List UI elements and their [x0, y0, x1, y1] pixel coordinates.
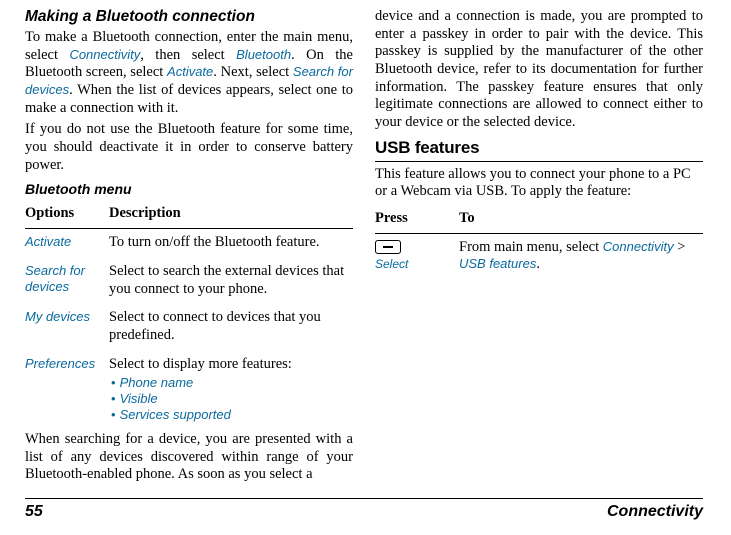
bullet-icon: • [109, 375, 120, 390]
option-search-for-devices: Search for devices [25, 263, 109, 295]
list-item: •Services supported [109, 407, 353, 423]
table-row: Search for devices Select to search the … [25, 258, 353, 304]
bullet-icon: • [109, 391, 120, 406]
option-activate: Activate [25, 234, 109, 250]
page-footer: 55 Connectivity [25, 498, 703, 521]
col-header-description: Description [109, 205, 353, 223]
option-description: Select to display more features: •Phone … [109, 356, 353, 423]
option-description: To turn on/off the Bluetooth feature. [109, 234, 353, 252]
option-description: Select to search the external devices th… [109, 263, 353, 298]
text: , then select [140, 47, 236, 63]
option-preferences: Preferences [25, 356, 109, 372]
table-row: Activate To turn on/off the Bluetooth fe… [25, 229, 353, 258]
paragraph: When searching for a device, you are pre… [25, 431, 353, 484]
text: . Next, select [213, 64, 293, 80]
paragraph: To make a Bluetooth connection, enter th… [25, 29, 353, 117]
table-row: Select From main menu, select Connectivi… [375, 234, 703, 279]
section-heading-usb: USB features [375, 138, 703, 162]
page-content: Making a Bluetooth connection To make a … [0, 0, 731, 488]
pref-item: Visible [120, 391, 158, 406]
softkey-icon [375, 240, 401, 254]
ui-term-activate: Activate [167, 64, 213, 79]
press-cell: Select [375, 239, 459, 272]
text: > [674, 239, 686, 255]
text: . [536, 256, 540, 272]
ui-term-usb-features: USB features [459, 256, 536, 271]
list-item: •Visible [109, 391, 353, 407]
left-column: Making a Bluetooth connection To make a … [25, 8, 353, 488]
ui-term-bluetooth: Bluetooth [236, 47, 291, 62]
option-my-devices: My devices [25, 309, 109, 325]
table-header-row: Press To [375, 205, 703, 234]
softkey-label: Select [375, 257, 459, 272]
text: From main menu, select [459, 239, 603, 255]
paragraph: device and a connection is made, you are… [375, 8, 703, 132]
table-header-row: Options Description [25, 202, 353, 229]
section-heading: Making a Bluetooth connection [25, 8, 353, 27]
table-row: My devices Select to connect to devices … [25, 304, 353, 350]
paragraph: This feature allows you to connect your … [375, 166, 703, 201]
option-description: Select to connect to devices that you pr… [109, 309, 353, 344]
preferences-list: •Phone name •Visible •Services supported [109, 375, 353, 423]
pref-item: Services supported [120, 407, 231, 422]
col-header-options: Options [25, 205, 109, 223]
page-number: 55 [25, 503, 43, 521]
paragraph: If you do not use the Bluetooth feature … [25, 121, 353, 174]
bullet-icon: • [109, 407, 120, 422]
right-column: device and a connection is made, you are… [375, 8, 703, 488]
ui-term-connectivity: Connectivity [603, 239, 674, 254]
col-header-press: Press [375, 210, 459, 228]
text: . When the list of devices appears, sele… [25, 82, 353, 116]
ui-term-connectivity: Connectivity [69, 47, 140, 62]
list-item: •Phone name [109, 375, 353, 391]
to-cell: From main menu, select Connectivity > US… [459, 239, 703, 274]
footer-section-title: Connectivity [607, 503, 703, 521]
text: Select to display more features: [109, 356, 292, 372]
pref-item: Phone name [120, 375, 194, 390]
col-header-to: To [459, 210, 703, 228]
table-row: Preferences Select to display more featu… [25, 351, 353, 425]
subheading-bluetooth-menu: Bluetooth menu [25, 181, 353, 198]
